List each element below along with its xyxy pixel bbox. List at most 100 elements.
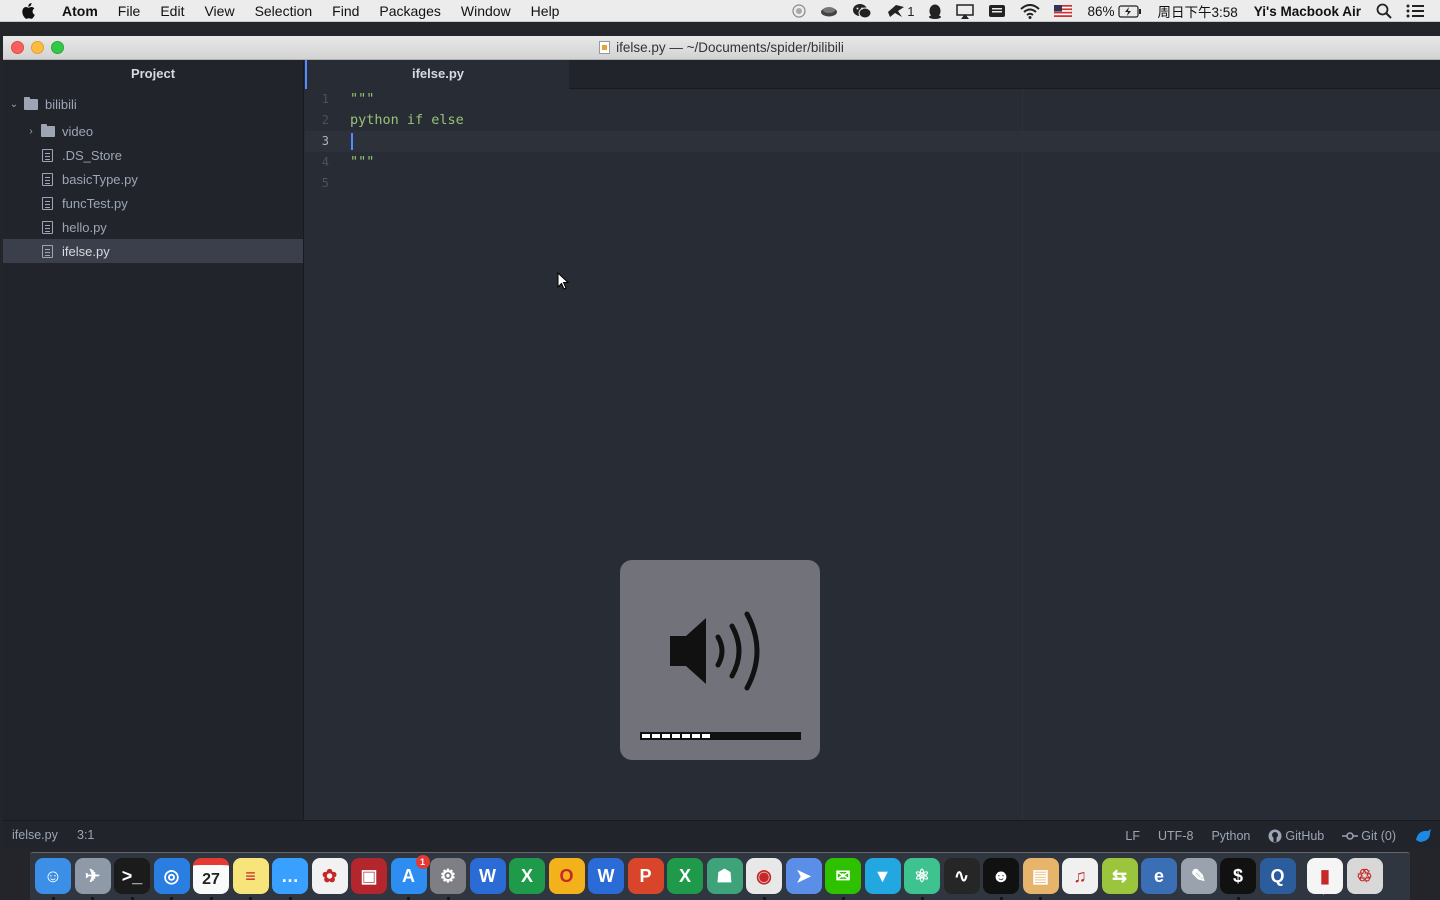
dock-quicktime-icon[interactable]: Q	[1259, 858, 1296, 894]
dock-archive-icon[interactable]: ▤	[1022, 858, 1059, 894]
dock-activity-monitor-icon[interactable]: ∿	[943, 858, 980, 894]
dock-qq-icon[interactable]: ☻	[983, 858, 1019, 894]
dock-word-icon[interactable]: W	[469, 858, 506, 894]
messenger-icon[interactable]: 1	[886, 0, 914, 22]
feedback-bird-icon[interactable]	[1414, 828, 1432, 844]
dock-atom-icon[interactable]: ⚛	[904, 858, 940, 894]
dock-ie-icon[interactable]: e	[1141, 858, 1177, 894]
record-icon[interactable]	[792, 0, 806, 22]
chevron-right-icon[interactable]: ›	[26, 126, 36, 137]
dock-word-alt-icon[interactable]: W	[588, 858, 624, 894]
dock-calendar-icon[interactable]: 27	[193, 858, 229, 894]
dock-trash-icon[interactable]: ♲	[1346, 858, 1383, 894]
dock-terminal-icon[interactable]: >_	[114, 858, 150, 894]
dock-system-preferences-icon[interactable]: ⚙	[430, 858, 466, 894]
window-title-text: ifelse.py — ~/Documents/spider/bilibili	[616, 40, 844, 55]
dock-excel-icon[interactable]: X	[509, 858, 545, 894]
volume-segment	[652, 734, 660, 738]
spotlight-search-icon[interactable]	[1376, 0, 1392, 22]
dock-android-file-icon[interactable]: ⇆	[1101, 858, 1138, 894]
dock-photos-icon[interactable]: ✿	[311, 858, 348, 894]
git-commit-icon	[1342, 831, 1359, 840]
dock-excel-alt-icon[interactable]: X	[667, 858, 703, 894]
tree-item-video[interactable]: › video	[3, 119, 303, 143]
dock-messages-icon[interactable]: …	[272, 858, 308, 894]
dock-photo-booth-icon[interactable]: ▣	[351, 858, 387, 894]
dock-outlook-icon[interactable]: O	[548, 858, 585, 894]
tree-root-label: bilibili	[45, 96, 77, 112]
tree-root-folder[interactable]: ⌄ bilibili	[3, 92, 303, 116]
line-number: 4	[321, 155, 329, 169]
dock-finder-icon[interactable]: ☺	[35, 858, 71, 894]
line-number: 5	[321, 176, 329, 190]
apple-icon[interactable]	[17, 0, 39, 22]
file-icon	[42, 244, 53, 258]
code-line[interactable]: """	[350, 89, 374, 110]
status-encoding[interactable]: UTF-8	[1158, 829, 1193, 843]
menu-app-atom[interactable]: Atom	[50, 0, 108, 22]
dock-safari-icon[interactable]: ◎	[153, 858, 190, 894]
status-file-name[interactable]: ifelse.py	[12, 821, 58, 850]
tree-item-functest[interactable]: funcTest.py	[3, 191, 303, 215]
tree-item-label: basicType.py	[62, 171, 138, 187]
tree-header[interactable]: Project	[3, 60, 303, 88]
dock-flowchart-icon[interactable]: ▼	[864, 858, 901, 894]
chevron-down-icon[interactable]: ⌄	[9, 99, 19, 110]
cloud-sync-icon[interactable]	[820, 0, 838, 22]
airplay-icon[interactable]	[956, 0, 975, 22]
code-line[interactable]: python if else	[350, 110, 464, 131]
tab-ifelse[interactable]: ifelse.py	[305, 60, 569, 89]
line-number: 1	[321, 92, 329, 106]
dock-network-utility-icon[interactable]: ☗	[706, 858, 743, 894]
volume-level-meter	[640, 732, 801, 740]
menu-bar: Atom File Edit View Selection Find Packa…	[0, 0, 1440, 22]
menu-view[interactable]: View	[194, 0, 244, 22]
status-grammar[interactable]: Python	[1211, 829, 1250, 843]
wechat-icon[interactable]	[852, 0, 872, 22]
dock-app-store-icon[interactable]: A1	[390, 855, 430, 894]
file-icon	[42, 148, 53, 162]
volume-hud	[620, 560, 820, 760]
clock[interactable]: 周日下午3:58	[1157, 1, 1237, 21]
menu-edit[interactable]: Edit	[150, 0, 194, 22]
wifi-icon[interactable]	[1020, 0, 1041, 22]
dock-chrome-icon[interactable]: ◉	[746, 858, 782, 894]
tree-item-hello[interactable]: hello.py	[3, 215, 303, 239]
dock-wechat-icon[interactable]: ✉	[825, 858, 861, 894]
menu-help[interactable]: Help	[521, 0, 570, 22]
status-line-ending[interactable]: LF	[1125, 829, 1140, 843]
menu-window[interactable]: Window	[451, 0, 521, 22]
menu-file[interactable]: File	[108, 0, 151, 22]
menu-packages[interactable]: Packages	[369, 0, 450, 22]
keyboard-icon[interactable]	[988, 0, 1006, 22]
dock-launchpad-icon[interactable]: ✈	[74, 858, 111, 894]
code-line[interactable]: """	[350, 152, 374, 173]
qq-icon[interactable]	[928, 0, 942, 22]
line-number-gutter[interactable]: 1 2 3 4 5	[305, 89, 345, 820]
git-button[interactable]: Git (0)	[1342, 829, 1396, 843]
us-flag-icon[interactable]	[1054, 0, 1073, 22]
dock-maps-icon[interactable]: ➤	[785, 858, 822, 894]
github-button[interactable]: GitHub	[1268, 829, 1324, 843]
title-bar[interactable]: ifelse.py — ~/Documents/spider/bilibili	[3, 36, 1440, 60]
menu-find[interactable]: Find	[322, 0, 369, 22]
user-name[interactable]: Yi's Macbook Air	[1254, 4, 1361, 19]
battery-charging-icon[interactable]	[1118, 0, 1142, 22]
volume-segment	[692, 734, 700, 738]
battery-percent[interactable]: 86%	[1087, 4, 1114, 19]
tree-item-basictype[interactable]: basicType.py	[3, 167, 303, 191]
dock: ☺ ✈ >_ ◎ 27 ≡… ✿ ▣ A 1 ⚙ W X O W P X ☗ ◉ ➤ ✉ ▼ ⚛ ∿ ☻ ▤ ♫ ⇆ e ✎ $ Q ▮ ♲	[30, 852, 1410, 900]
status-cursor-position[interactable]: 3:1	[77, 821, 94, 850]
dock-downloads-icon[interactable]: ▮	[1307, 858, 1343, 894]
menu-selection[interactable]: Selection	[245, 0, 323, 22]
dock-powerpoint-icon[interactable]: P	[627, 858, 664, 894]
dock-preview-icon[interactable]: ✎	[1180, 858, 1217, 894]
dock-terminal-alt-icon[interactable]: $	[1220, 858, 1256, 894]
text-editor[interactable]: 1 2 3 4 5 """ python if else """	[305, 89, 1440, 820]
tree-item-ifelse[interactable]: ifelse.py	[3, 239, 303, 263]
file-icon	[42, 172, 53, 186]
notification-center-icon[interactable]	[1406, 0, 1424, 22]
dock-notes-icon[interactable]: ≡	[232, 858, 269, 894]
tree-item-ds-store[interactable]: .DS_Store	[3, 143, 303, 167]
dock-itunes-icon[interactable]: ♫	[1062, 858, 1098, 894]
